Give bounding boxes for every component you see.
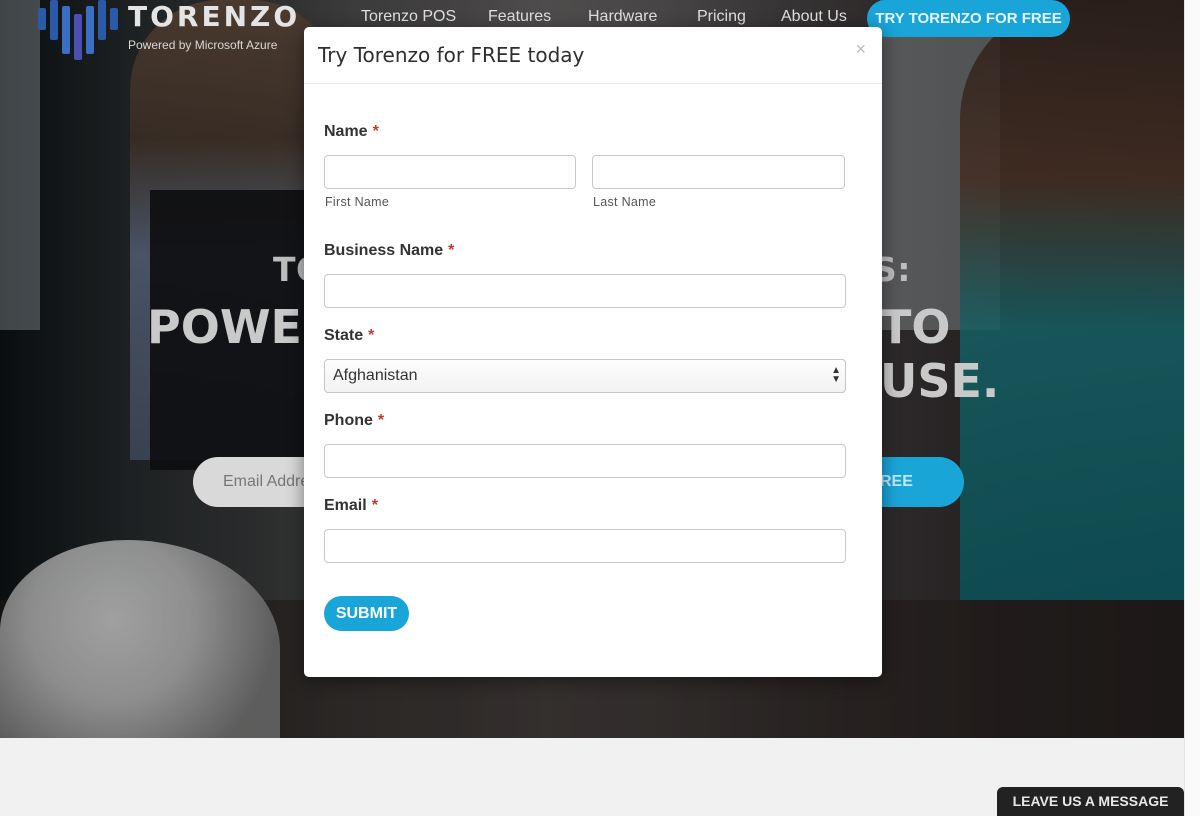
select-arrows-icon: ▲ ▼ (831, 365, 841, 385)
last-name-input[interactable] (592, 155, 845, 189)
required-marker: * (371, 497, 378, 514)
submit-button[interactable]: SUBMIT (324, 596, 409, 631)
state-label: State * (324, 327, 374, 345)
name-label: Name * (324, 123, 379, 141)
brand-name[interactable]: TORENZO (128, 0, 300, 33)
name-label-text: Name (324, 123, 368, 140)
state-label-text: State (324, 327, 364, 344)
torenzo-logo-icon[interactable] (38, 0, 118, 60)
state-select[interactable]: Afghanistan ▲ ▼ (324, 359, 846, 393)
nav-link-features[interactable]: Features (488, 8, 551, 26)
phone-label-text: Phone (324, 412, 373, 429)
first-name-sublabel: First Name (325, 195, 390, 209)
email-label-text: Email (324, 497, 367, 514)
leave-message-chat-button[interactable]: LEAVE US A MESSAGE (997, 787, 1184, 816)
brand-tagline: Powered by Microsoft Azure (128, 38, 278, 52)
required-marker: * (377, 412, 385, 429)
hero-line2-right: TO USE. (880, 300, 1000, 408)
logo-bar (86, 6, 94, 54)
email-input[interactable] (324, 529, 846, 563)
required-marker: * (448, 242, 455, 259)
modal-title: Try Torenzo for FREE today (318, 43, 585, 67)
modal-header: Try Torenzo for FREE today × (304, 27, 882, 84)
logo-bar (74, 14, 82, 60)
page-scrollbar[interactable] (1184, 0, 1200, 816)
logo-bar (38, 8, 46, 30)
business-name-label-text: Business Name (324, 242, 444, 259)
business-name-label: Business Name * (324, 242, 454, 260)
nav-link-torenzo-pos[interactable]: Torenzo POS (361, 8, 456, 26)
phone-input[interactable] (324, 444, 846, 478)
nav-link-about-us[interactable]: About Us (781, 8, 847, 26)
business-name-input[interactable] (324, 274, 846, 308)
required-marker: * (368, 327, 375, 344)
logo-bar (110, 8, 118, 30)
state-select-value: Afghanistan (333, 367, 418, 384)
logo-bar (50, 0, 58, 40)
nav-link-hardware[interactable]: Hardware (588, 8, 657, 26)
email-label: Email * (324, 497, 378, 515)
nav-link-pricing[interactable]: Pricing (697, 8, 746, 26)
first-name-input[interactable] (324, 155, 576, 189)
logo-bar (62, 6, 70, 54)
nav-try-free-button[interactable]: TRY TORENZO FOR FREE (867, 0, 1070, 37)
phone-label: Phone * (324, 412, 384, 430)
last-name-sublabel: Last Name (593, 195, 657, 209)
close-icon[interactable]: × (855, 39, 866, 60)
required-marker: * (372, 123, 379, 140)
signup-modal: Try Torenzo for FREE today × Name * First… (304, 27, 882, 677)
logo-bar (98, 0, 106, 40)
